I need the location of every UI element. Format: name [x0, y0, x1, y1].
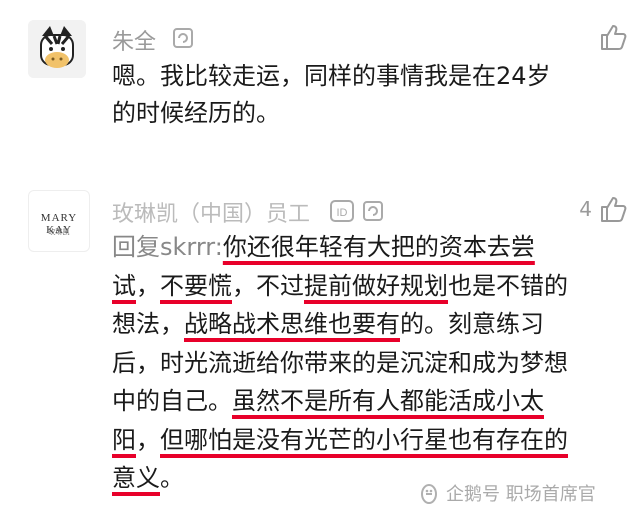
id-badge-icon: ID	[330, 200, 354, 226]
seg: 战略战术思维也要有	[184, 310, 400, 338]
zebra-avatar-icon	[28, 20, 86, 78]
comment-text: 回复skrrr:你还很年轻有大把的资本去尝试，不要慌，不过提前做好规划也是不错的…	[112, 228, 568, 498]
thumbs-up-icon[interactable]	[598, 22, 628, 52]
seg: 。	[160, 464, 184, 492]
penguin-logo-icon	[421, 484, 437, 504]
username[interactable]: 玫琳凯（中国）员工	[112, 196, 310, 228]
seg: ，	[136, 425, 160, 454]
seg: ，不过	[232, 271, 304, 300]
seg: 不要慌	[160, 271, 232, 300]
reply-icon[interactable]	[362, 200, 384, 226]
seg: 提前做好规划	[304, 271, 448, 300]
seg: ，	[136, 271, 160, 300]
svg-text:ID: ID	[337, 207, 348, 219]
reply-prefix[interactable]: 回复skrrr:	[112, 233, 223, 261]
brand-logo-sub: 玫琳凯	[48, 228, 70, 236]
watermark-text: 企鹅号 职场首席官	[446, 484, 596, 505]
avatar[interactable]	[28, 20, 86, 78]
reply-icon[interactable]	[172, 27, 194, 53]
like-count: 4	[579, 197, 592, 221]
avatar[interactable]: MARY KAY 玫琳凯	[28, 190, 90, 252]
comment-text: 嗯。我比较走运，同样的事情我是在24岁的时候经历的。	[112, 62, 551, 127]
username[interactable]: 朱全	[112, 24, 156, 56]
like-button[interactable]	[592, 22, 628, 52]
thumbs-up-icon[interactable]	[598, 194, 628, 224]
watermark: 企鹅号 职场首席官	[418, 480, 596, 506]
like-button[interactable]: 4	[579, 194, 628, 224]
